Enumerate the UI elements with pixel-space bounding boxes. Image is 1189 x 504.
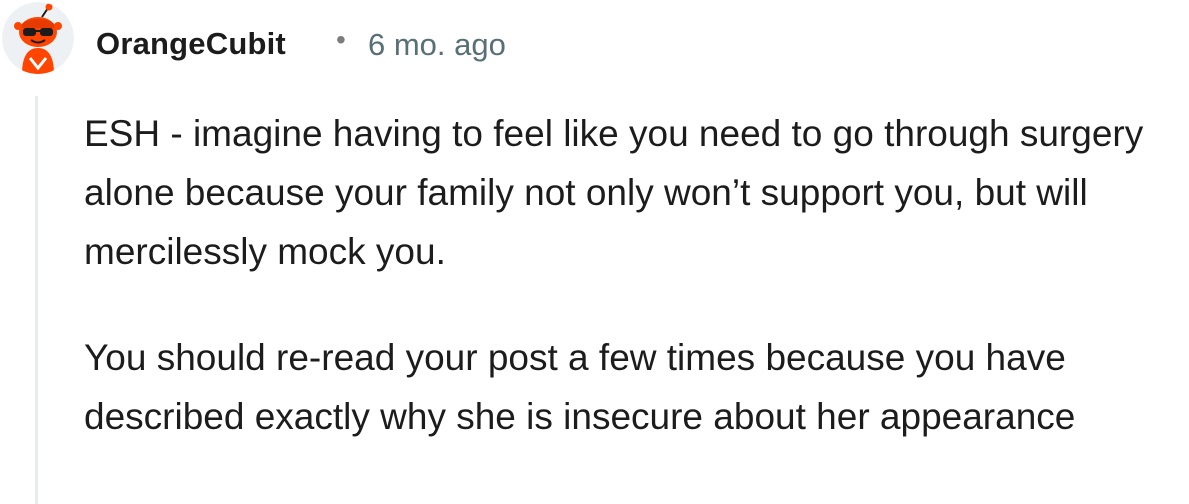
author-name[interactable]: OrangeCubit (96, 26, 286, 62)
thread-line[interactable] (35, 96, 38, 504)
separator-dot: • (336, 24, 346, 55)
avatar[interactable] (2, 2, 74, 74)
comment: OrangeCubit • 6 mo. ago ESH - imagine ha… (0, 0, 1189, 504)
comment-body: ESH - imagine having to feel like you ne… (84, 104, 1184, 446)
comment-paragraph: You should re-read your post a few times… (84, 337, 1076, 437)
snoo-avatar-icon (2, 2, 74, 74)
timestamp[interactable]: 6 mo. ago (368, 27, 506, 63)
comment-header: OrangeCubit • 6 mo. ago (0, 0, 1189, 90)
comment-paragraph: ESH - imagine having to feel like you ne… (84, 113, 1144, 272)
